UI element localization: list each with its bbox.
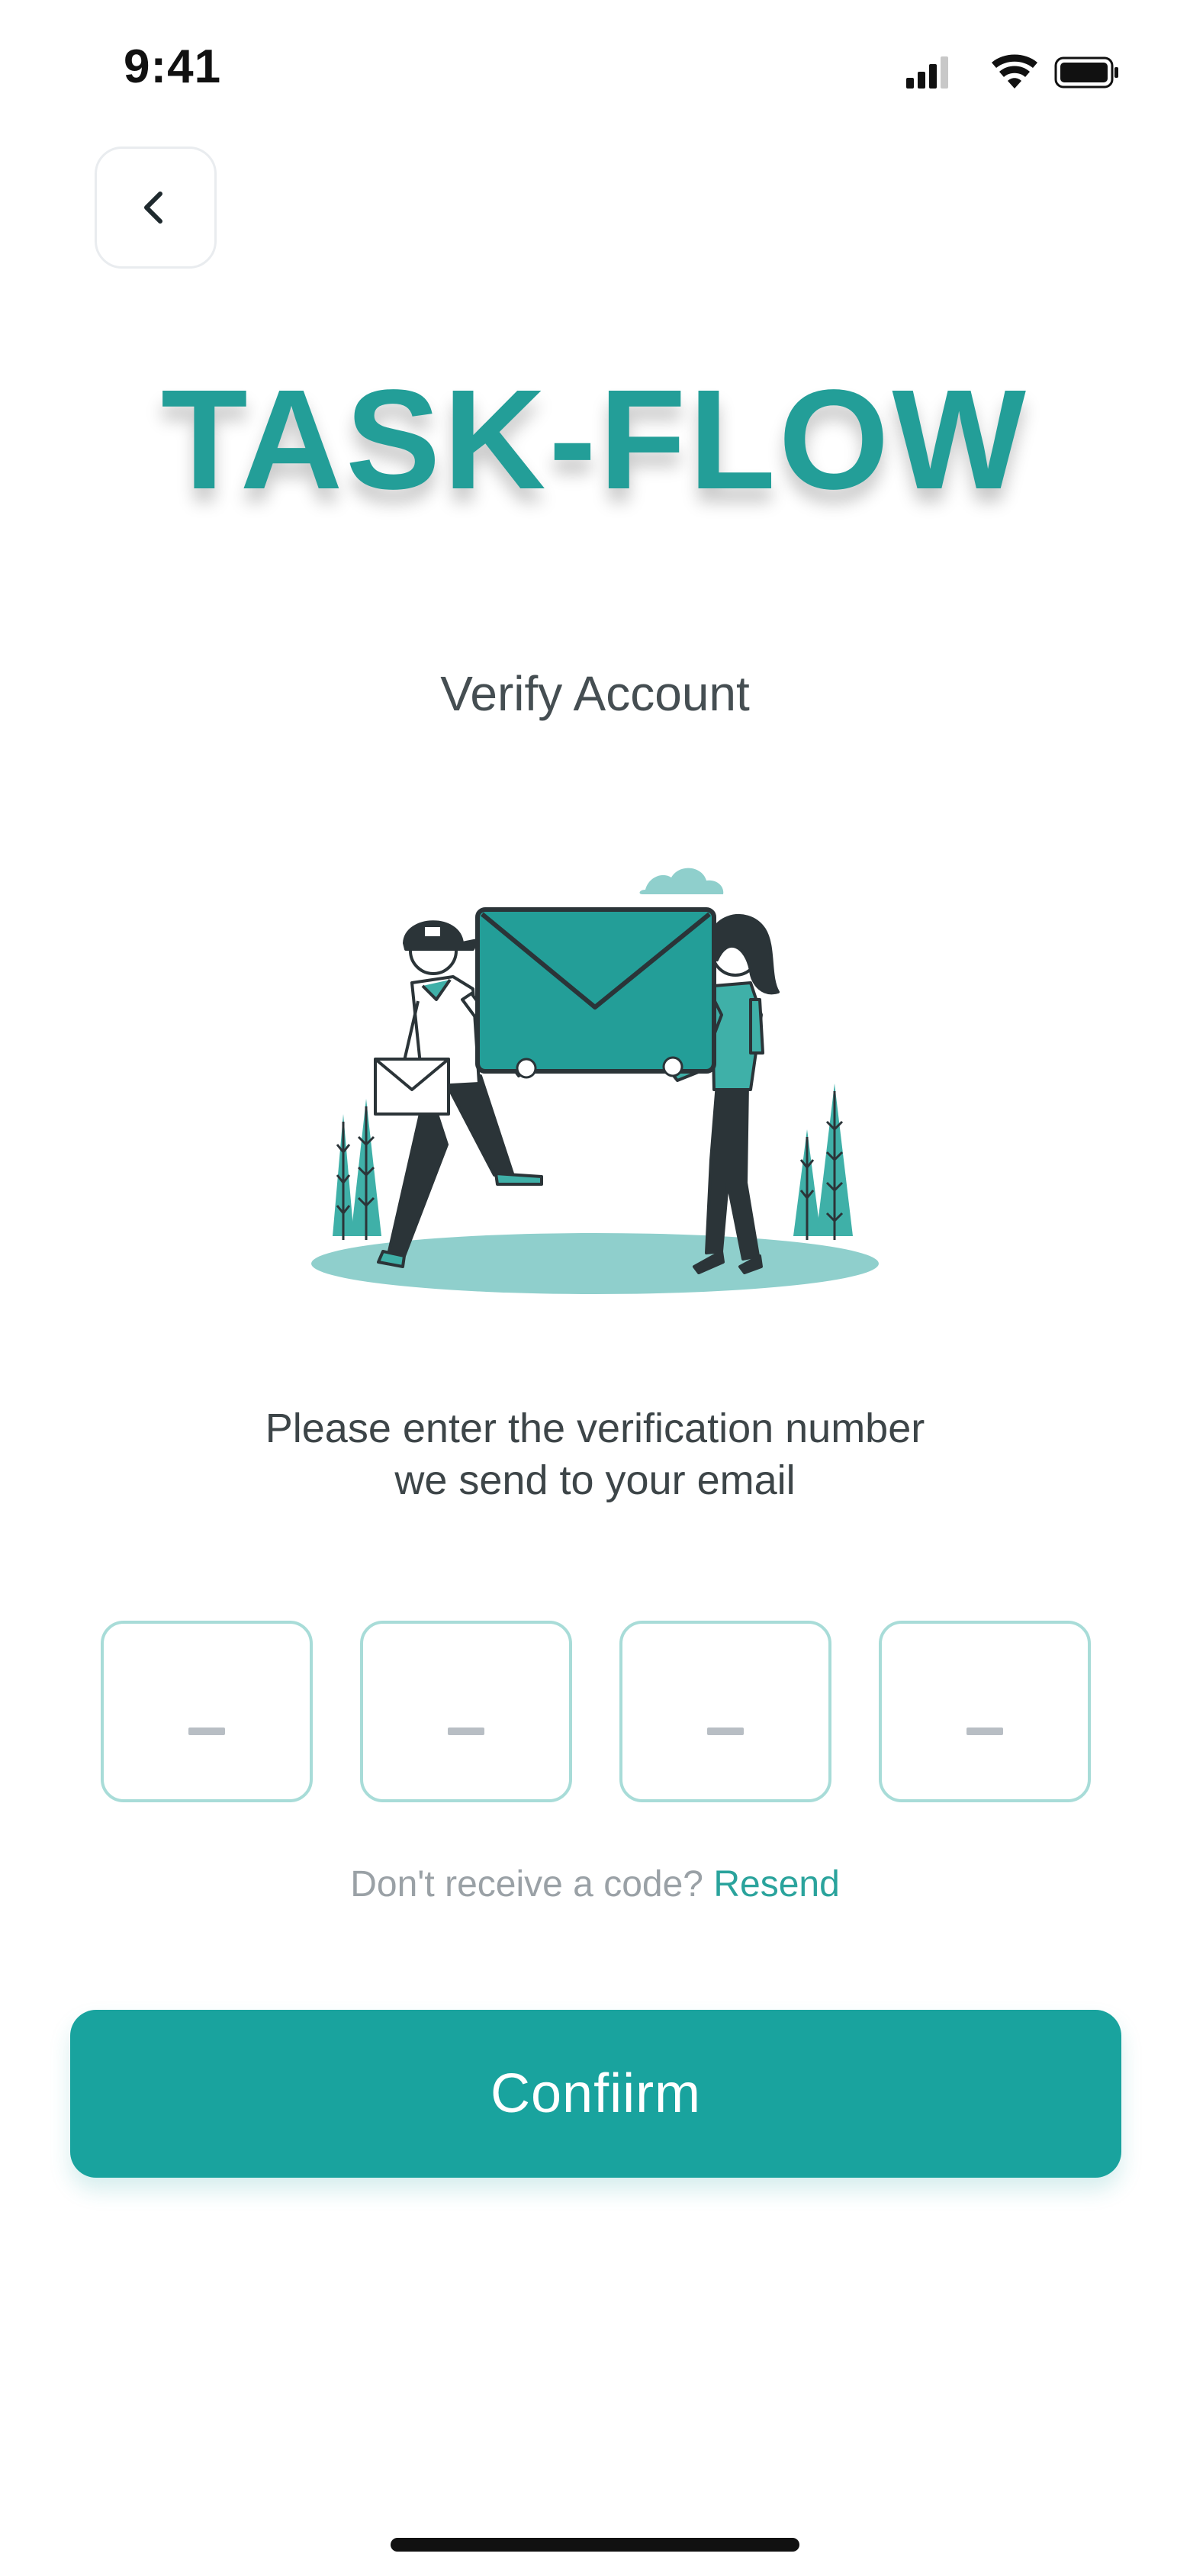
resend-prompt-text: Don't receive a code? [350,1864,703,1905]
resend-link[interactable]: Resend [713,1864,839,1905]
instruction-line-2: we send to your email [394,1457,796,1503]
otp-digit-3[interactable] [619,1621,831,1802]
chevron-left-icon [144,192,162,224]
otp-placeholder-dash [188,1728,225,1735]
confirm-button-label: Confiirm [490,2063,702,2124]
instruction-line-1: Please enter the verification number [265,1406,925,1451]
battery-icon [1054,56,1118,89]
otp-digit-2[interactable] [360,1621,572,1802]
status-bar: 9:41 [0,0,1190,137]
otp-input-group [101,1621,1092,1804]
otp-digit-1[interactable] [101,1621,313,1802]
otp-placeholder-dash [966,1728,1003,1735]
wifi-icon [992,54,1037,89]
mail-delivery-illustration [311,868,879,1294]
otp-placeholder-dash [448,1728,484,1735]
back-button[interactable] [95,147,217,269]
brand-logo: TASK-FLOW [161,361,1029,519]
status-time: 9:41 [124,40,222,93]
status-icons [906,54,1118,89]
page-title: Verify Account [440,666,750,721]
home-indicator [391,2538,799,2552]
otp-placeholder-dash [707,1728,744,1735]
resend-prompt: Don't receive a code? Resend [0,1863,1190,1905]
otp-digit-4[interactable] [879,1621,1091,1802]
instruction-text: Please enter the verification number we … [0,1402,1190,1506]
confirm-button[interactable]: Confiirm [70,2010,1121,2178]
cellular-signal-icon [906,56,948,89]
